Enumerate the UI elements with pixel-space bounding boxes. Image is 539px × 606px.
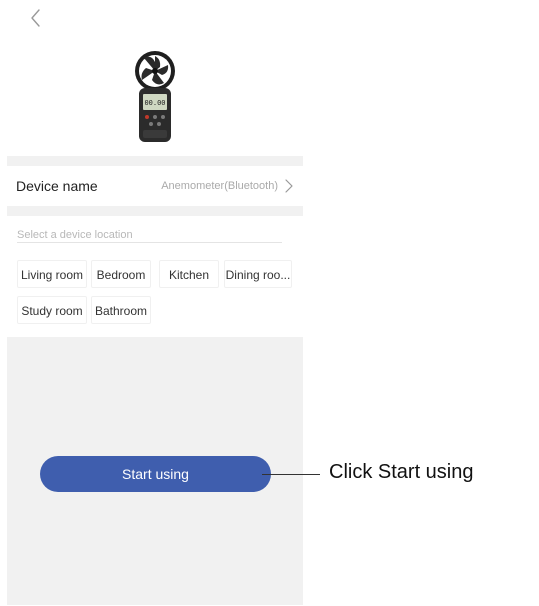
room-chip-living-room[interactable]: Living room [17, 260, 87, 288]
chevron-right-icon [285, 179, 293, 193]
chevron-left-icon[interactable] [26, 6, 46, 30]
room-chip-bedroom[interactable]: Bedroom [91, 260, 151, 288]
room-chip-kitchen[interactable]: Kitchen [159, 260, 219, 288]
room-chip-study-room[interactable]: Study room [17, 296, 87, 324]
device-location-placeholder[interactable]: Select a device location [17, 229, 133, 241]
device-name-row[interactable]: Device name Anemometer(Bluetooth) [7, 166, 303, 206]
device-screen-reading: 00.00 [144, 99, 165, 107]
start-using-button[interactable]: Start using [40, 456, 271, 492]
room-chip-dining-room[interactable]: Dining roo... [224, 260, 292, 288]
device-name-value: Anemometer(Bluetooth) [161, 180, 278, 192]
section-separator [7, 156, 303, 166]
location-underline [17, 242, 282, 243]
app-screen: 00.00 Device name Anemometer(Bluetooth) … [0, 0, 539, 606]
callout-label: Click Start using [329, 461, 474, 483]
callout-line [262, 474, 320, 475]
device-name-label: Device name [16, 178, 98, 194]
section-separator [7, 206, 303, 216]
room-chip-bathroom[interactable]: Bathroom [91, 296, 151, 324]
anemometer-device-icon: 00.00 [135, 51, 175, 142]
